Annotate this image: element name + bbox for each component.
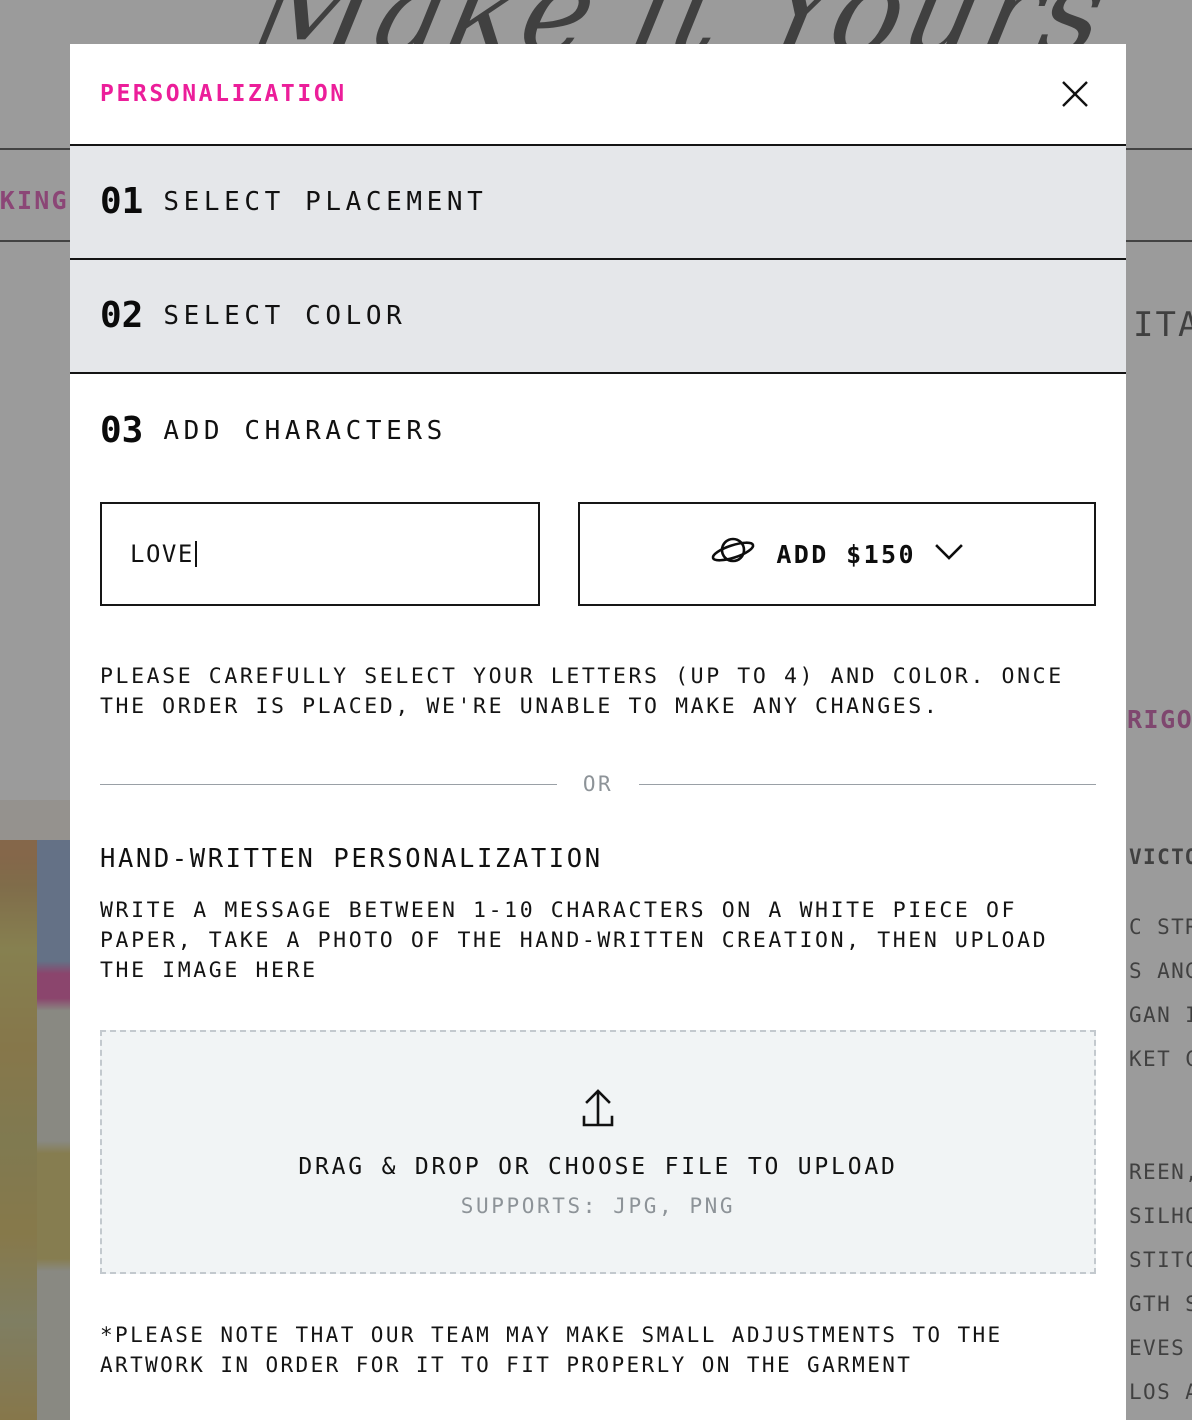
step-number-02: 02: [100, 295, 144, 336]
characters-input[interactable]: LOVE: [100, 502, 541, 606]
close-button[interactable]: [1052, 71, 1098, 117]
step-row-add-characters[interactable]: 03 ADD CHARACTERS: [70, 374, 1126, 488]
divider-line-left: [100, 783, 557, 785]
dropzone-main-label: DRAG & DROP OR CHOOSE FILE TO UPLOAD: [298, 1154, 898, 1180]
step-number-03: 03: [100, 410, 144, 451]
add-price-label: ADD $150: [776, 539, 916, 569]
planet-icon: [710, 535, 758, 573]
characters-note: PLEASE CAREFULLY SELECT YOUR LETTERS (UP…: [100, 664, 1064, 719]
step-row-select-color[interactable]: 02 SELECT COLOR: [70, 260, 1126, 374]
upload-icon: [576, 1086, 620, 1138]
page-title: PERSONALIZATION: [100, 81, 347, 107]
step-label-03: ADD CHARACTERS: [163, 416, 447, 446]
handwritten-title: HAND-WRITTEN PERSONALIZATION: [100, 844, 603, 874]
modal-footnote: *PLEASE NOTE THAT OUR TEAM MAY MAKE SMAL…: [100, 1323, 1003, 1377]
add-price-button[interactable]: ADD $150: [578, 502, 1096, 606]
file-dropzone[interactable]: DRAG & DROP OR CHOOSE FILE TO UPLOAD SUP…: [100, 1030, 1096, 1274]
step-number-01: 01: [100, 181, 144, 222]
step-label-02: SELECT COLOR: [163, 301, 407, 331]
personalization-modal: PERSONALIZATION 01 SELECT PLACEMENT 02 S…: [70, 44, 1126, 1420]
text-caret: [194, 541, 197, 567]
modal-header: PERSONALIZATION: [70, 44, 1126, 146]
add-characters-panel: LOVE ADD $150 PLEASE CAREFULLY SELECT YO…: [70, 502, 1126, 1380]
or-divider: OR: [100, 772, 1097, 796]
characters-input-value: LOVE: [130, 540, 194, 568]
step-label-01: SELECT PLACEMENT: [163, 187, 488, 217]
dropzone-sub-label: SUPPORTS: JPG, PNG: [460, 1194, 736, 1218]
page-root: Make it Yours BOOKING ITALIAN RIGONI VIC…: [0, 0, 1192, 1420]
characters-field-row: LOVE ADD $150: [100, 502, 1096, 606]
close-icon: [1060, 79, 1090, 109]
step-row-select-placement[interactable]: 01 SELECT PLACEMENT: [70, 146, 1126, 260]
chevron-down-icon: [934, 543, 964, 565]
handwritten-description: WRITE A MESSAGE BETWEEN 1-10 CHARACTERS …: [100, 898, 1049, 983]
divider-line-right: [639, 783, 1097, 785]
divider-label: OR: [582, 772, 614, 796]
